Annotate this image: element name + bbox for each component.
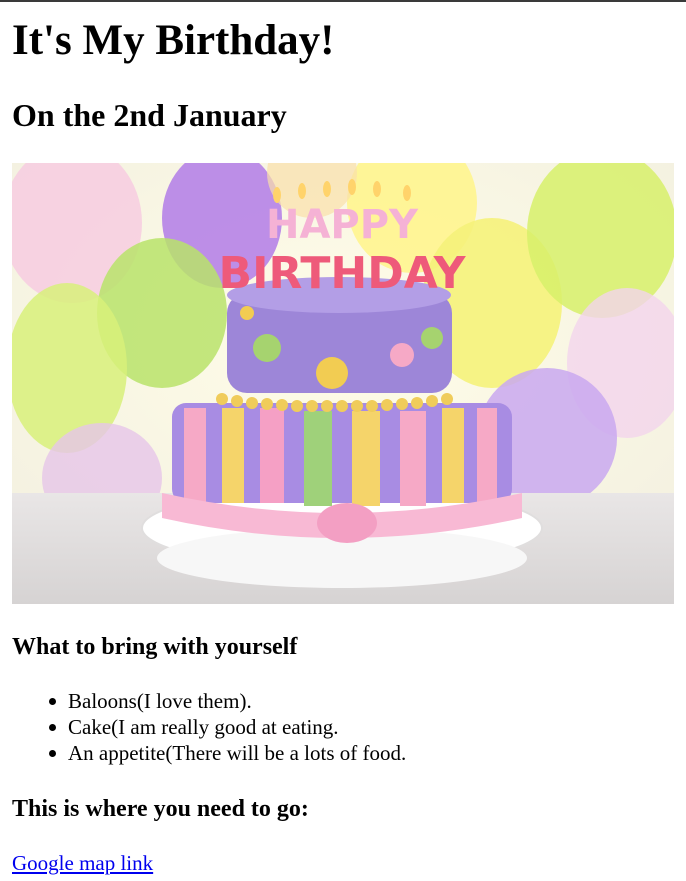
cake-topper-happy: HAPPY <box>266 202 419 248</box>
location-section-heading: This is where you need to go: <box>12 796 309 822</box>
bullet-icon <box>49 698 56 705</box>
page-subtitle: On the 2nd January <box>12 97 287 133</box>
birthday-cake-image: HAPPY BIRTHDAY <box>12 163 674 604</box>
list-item: Cake(I am really good at eating. <box>49 714 406 740</box>
google-map-link[interactable]: Google map link <box>12 849 153 877</box>
list-item: Baloons(I love them). <box>49 688 406 714</box>
bring-list: Baloons(I love them). Cake(I am really g… <box>12 688 406 766</box>
page-title: It's My Birthday! <box>12 17 335 64</box>
bring-section-heading: What to bring with yourself <box>12 634 298 660</box>
cake-topper-birthday: BIRTHDAY <box>219 248 467 299</box>
bullet-icon <box>49 724 56 731</box>
list-item: An appetite(There will be a lots of food… <box>49 740 406 766</box>
top-border <box>0 0 686 2</box>
bullet-icon <box>49 750 56 757</box>
